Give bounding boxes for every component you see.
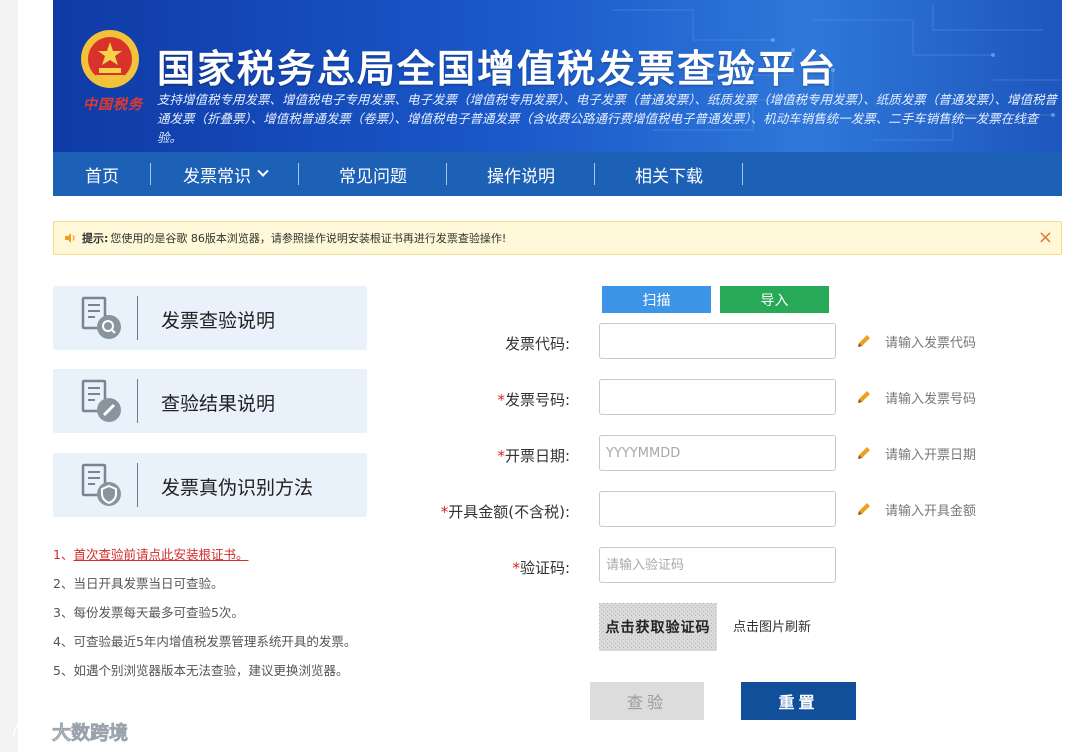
required-marker: *: [497, 447, 505, 465]
card-divider: [137, 379, 138, 423]
note-text: 可查验最近5年内增值税发票管理系统开具的发票。: [73, 634, 357, 649]
pencil-icon: [858, 447, 870, 459]
required-marker: *: [512, 559, 520, 577]
nav-item-label: 常见问题: [339, 166, 407, 187]
pencil-icon: [858, 503, 870, 515]
card-label: 发票真伪识别方法: [161, 477, 314, 499]
scan-button[interactable]: 扫描: [602, 286, 711, 313]
note-prefix: 1、: [53, 547, 74, 562]
nav-item-faq[interactable]: 常见问题: [299, 152, 447, 196]
card-label: 查验结果说明: [161, 393, 276, 415]
field-label: 发票号码:: [504, 391, 570, 409]
site-subtitle: 支持增值税专用发票、增值税电子专用发票、电子发票（增值税专用发票）、电子发票（普…: [157, 92, 1058, 145]
captcha-image[interactable]: 点击获取验证码: [599, 603, 717, 651]
tax-emblem-icon: [81, 30, 139, 88]
field-label: 开票日期:: [504, 447, 570, 465]
speaker-icon: [65, 233, 75, 243]
list-item: 3、每份发票每天最多可查验5次。: [53, 605, 356, 634]
watermark-logo: 大数跨境: [13, 721, 128, 744]
captcha-input[interactable]: [599, 547, 836, 583]
document-shield-icon: [81, 463, 121, 506]
note-text: 如遇个别浏览器版本无法查验，建议更换浏览器。: [73, 663, 349, 678]
amount-hint: 请输入开具金额: [885, 504, 977, 519]
refresh-hint: 点击图片刷新: [733, 620, 812, 635]
note-prefix: 2、: [53, 576, 74, 591]
notice-label: 提示:: [82, 232, 109, 245]
captcha-text: 点击获取验证码: [605, 620, 711, 636]
pencil-icon: [858, 391, 870, 403]
main-nav: 首页 发票常识 常见问题 操作说明 相关下载: [53, 152, 1062, 196]
note-text: 当日开具发票当日可查验。: [73, 576, 224, 591]
note-install-certificate[interactable]: 1、首次查验前请点此安装根证书。: [53, 547, 356, 576]
issue-date-hint: 请输入开票日期: [885, 448, 977, 463]
usage-notes: 1、首次查验前请点此安装根证书。 2、当日开具发票当日可查验。 3、每份发票每天…: [53, 547, 356, 692]
field-label: 发票代码:: [504, 335, 570, 353]
nav-item-label: 相关下载: [635, 166, 703, 187]
document-edit-icon: [81, 379, 121, 422]
verify-button[interactable]: 查验: [590, 682, 704, 720]
nav-item-downloads[interactable]: 相关下载: [595, 152, 743, 196]
issue-date-label: *开票日期:: [320, 445, 570, 466]
nav-item-invoice-knowledge[interactable]: 发票常识: [151, 152, 299, 196]
nav-item-label: 操作说明: [487, 166, 555, 187]
document-search-icon: [81, 296, 121, 339]
issue-date-input[interactable]: [599, 435, 836, 471]
invoice-number-hint: 请输入发票号码: [885, 392, 977, 407]
chevron-down-icon: [257, 165, 269, 177]
note-text: 每份发票每天最多可查验5次。: [73, 605, 244, 620]
card-divider: [137, 463, 138, 507]
note-prefix: 5、: [53, 663, 74, 678]
card-label: 发票查验说明: [161, 310, 276, 332]
nav-item-label: 首页: [85, 166, 119, 187]
nav-item-instructions[interactable]: 操作说明: [447, 152, 595, 196]
site-title: 国家税务总局全国增值税发票查验平台: [157, 47, 838, 91]
invoice-code-hint: 请输入发票代码: [885, 336, 977, 351]
captcha-label: *验证码:: [320, 557, 570, 578]
import-button[interactable]: 导入: [720, 286, 829, 313]
invoice-number-input[interactable]: [599, 379, 836, 415]
amount-input[interactable]: [599, 491, 836, 527]
emblem-caption: 中国税务: [83, 97, 143, 113]
notice-text: 您使用的是谷歌 86版本浏览器，请参照操作说明安装根证书再进行发票查验操作!: [110, 232, 507, 245]
note-prefix: 4、: [53, 634, 74, 649]
invoice-number-label: *发票号码:: [320, 389, 570, 410]
header-banner: 中国税务 国家税务总局全国增值税发票查验平台 支持增值税专用发票、增值税电子专用…: [53, 0, 1062, 152]
nav-item-home[interactable]: 首页: [53, 152, 151, 196]
pencil-icon: [858, 335, 870, 347]
reset-button[interactable]: 重置: [741, 682, 856, 720]
install-certificate-link[interactable]: 首次查验前请点此安装根证书。: [73, 547, 248, 562]
field-label: 开具金额(不含税):: [448, 503, 570, 521]
watermark-text: 大数跨境: [52, 721, 128, 744]
amount-label: *开具金额(不含税):: [320, 501, 570, 522]
required-marker: *: [497, 391, 505, 409]
nav-item-label: 发票常识: [183, 166, 251, 187]
left-gutter: [0, 0, 18, 752]
field-label: 验证码:: [519, 559, 570, 577]
list-item: 2、当日开具发票当日可查验。: [53, 576, 356, 605]
list-item: 4、可查验最近5年内增值税发票管理系统开具的发票。: [53, 634, 356, 663]
list-item: 5、如遇个别浏览器版本无法查验，建议更换浏览器。: [53, 663, 356, 692]
close-icon[interactable]: ×: [1038, 228, 1053, 248]
invoice-code-label: 发票代码:: [320, 333, 570, 354]
browser-notice: 提示: 您使用的是谷歌 86版本浏览器，请参照操作说明安装根证书再进行发票查验操…: [53, 221, 1062, 255]
card-divider: [137, 296, 138, 340]
invoice-code-input[interactable]: [599, 323, 836, 359]
note-prefix: 3、: [53, 605, 74, 620]
